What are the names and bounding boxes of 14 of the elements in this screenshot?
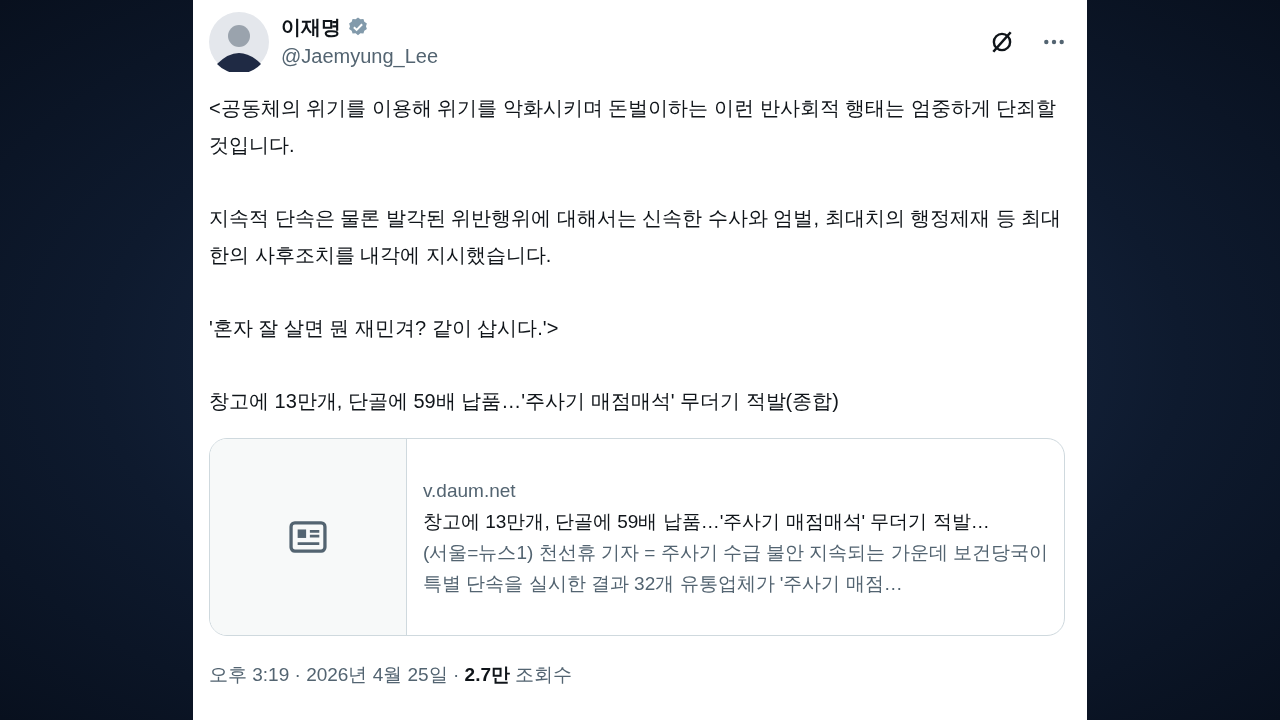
avatar[interactable] bbox=[209, 12, 269, 72]
tweet-text: '혼자 잘 살면 뭔 재민겨? 같이 삽시다.'> bbox=[209, 316, 560, 341]
tweet-text: <공동체의 위기를 이용해 위기를 악화시키며 돈벌이하는 이런 반사회적 행태는 엄중하게 단죄할 것입니다. bbox=[209, 96, 1058, 158]
tweet-text: 창고에 13만개, 단골에 59배 납품…'주사기 매점매석' 무더기 적발(종합) bbox=[209, 389, 840, 414]
author-name[interactable]: 이재명 bbox=[281, 13, 341, 41]
tweet-meta: 오후 3:19 · 2026년 4월 25일 · 2.7만 조회수 bbox=[209, 663, 574, 687]
link-domain: v.daum.net bbox=[423, 479, 517, 503]
more-icon[interactable] bbox=[1043, 38, 1065, 46]
link-title: 창고에 13만개, 단골에 59배 납품…'주사기 매점매석' 무더기 적발… bbox=[423, 510, 991, 534]
link-description: (서울=뉴스1) 천선휴 기자 = 주사기 수급 불안 지속되는 가운데 보건당국이 특별 단속을 실시한 결과 32개 유통업체가 '주사기 매점… bbox=[423, 541, 1048, 596]
author-handle[interactable]: @Jaemyung_Lee bbox=[281, 41, 977, 71]
link-preview-card[interactable]: v.daum.net 창고에 13만개, 단골에 59배 납품…'주사기 매점매석' 무더기 적발… (서울=뉴스1) 천선휴 기자 = 주사기 수급 불안 지속되는 가운데 보건당국이 특별 단속을 실시한 결과 32개 유통업체가 '주사기 매점… bbox=[209, 438, 1065, 636]
newspaper-icon bbox=[289, 521, 327, 553]
tweet-text: 지속적 단속은 물론 발각된 위반행위에 대해서는 신속한 수사와 엄벌, 최대치의 행정제재 등 최대한의 사후조치를 내각에 지시했습니다. bbox=[209, 206, 1063, 268]
